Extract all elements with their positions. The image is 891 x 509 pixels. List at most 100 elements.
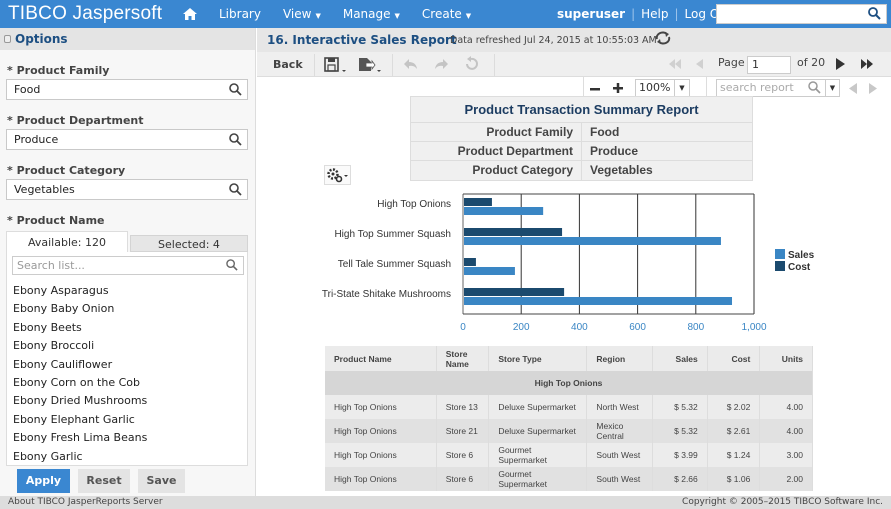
nav-view[interactable]: View ▼ bbox=[283, 7, 321, 21]
home-icon bbox=[183, 8, 197, 20]
legend-swatch-cost bbox=[775, 261, 785, 271]
list-item[interactable]: Ebony Beets bbox=[13, 319, 147, 337]
table-cell: Gourmet Supermarket bbox=[488, 443, 588, 467]
about-link[interactable]: About TIBCO JasperReports Server bbox=[8, 496, 163, 509]
table-row: High Top Onions Store 6 Gourmet Supermarke… bbox=[325, 443, 813, 467]
bar-cost bbox=[464, 258, 476, 266]
last-page-icon[interactable] bbox=[859, 56, 875, 72]
list-item[interactable]: Ebony Baby Onion bbox=[13, 300, 147, 318]
list-item[interactable]: Ebony Corn on the Cob bbox=[13, 374, 147, 392]
redo-icon[interactable] bbox=[433, 56, 449, 72]
options-title: Options bbox=[15, 32, 68, 46]
list-item[interactable]: Ebony Cauliflower bbox=[13, 356, 147, 374]
col-header-store-name[interactable]: Store Name bbox=[436, 346, 490, 371]
list-search-placeholder: Search list... bbox=[17, 259, 85, 272]
list-item[interactable]: Ebony Fresh Lima Beans bbox=[13, 429, 147, 447]
product-department-value: Produce bbox=[14, 133, 59, 146]
options-buttons: Apply Reset Save bbox=[0, 466, 255, 496]
global-search-input[interactable] bbox=[716, 4, 887, 24]
summary-row: Product Family Food bbox=[411, 123, 752, 142]
product-family-input[interactable]: Food bbox=[6, 79, 248, 100]
table-cell: Deluxe Supermarket bbox=[488, 419, 588, 443]
export-icon[interactable] bbox=[358, 56, 384, 74]
list-item[interactable]: Ebony Elephant Garlic bbox=[13, 411, 147, 429]
search-icon[interactable] bbox=[229, 83, 242, 96]
help-link[interactable]: Help bbox=[641, 7, 668, 21]
list-item[interactable]: Ebony Garlic bbox=[13, 448, 147, 465]
main-nav: Library View ▼ Manage ▼ Create ▼ bbox=[183, 0, 493, 28]
nav-manage[interactable]: Manage ▼ bbox=[343, 7, 400, 21]
col-header-sales[interactable]: Sales bbox=[652, 346, 708, 371]
col-header-cost[interactable]: Cost bbox=[707, 346, 761, 371]
category-label: High Top Summer Squash bbox=[334, 229, 451, 240]
footer: About TIBCO JasperReports Server Copyrig… bbox=[0, 496, 891, 509]
legend-swatch-sales bbox=[775, 249, 785, 259]
summary-value: Vegetables bbox=[590, 163, 653, 177]
top-navigation-bar: TIBCO Jaspersoft Library View ▼ Manage ▼ C… bbox=[0, 0, 891, 28]
search-icon[interactable] bbox=[226, 259, 238, 271]
x-tick-label: 0 bbox=[460, 322, 466, 333]
col-header-product-name[interactable]: Product Name bbox=[325, 346, 437, 371]
refresh-icon[interactable] bbox=[654, 31, 672, 45]
chevron-down-icon: ▼ bbox=[465, 11, 472, 20]
col-header-store-type[interactable]: Store Type bbox=[488, 346, 588, 371]
list-search-input[interactable]: Search list... bbox=[12, 256, 244, 275]
page-count: of 20 bbox=[797, 56, 826, 69]
product-department-label: * Product Department bbox=[7, 114, 144, 127]
back-button[interactable]: Back bbox=[273, 58, 303, 71]
tab-selected[interactable]: Selected: 4 bbox=[130, 235, 248, 252]
list-item[interactable]: Ebony Broccoli bbox=[13, 337, 147, 355]
collapse-panel-icon[interactable] bbox=[4, 35, 11, 43]
summary-key: Product Family bbox=[411, 123, 582, 141]
undo-icon[interactable] bbox=[403, 56, 419, 72]
product-category-label: * Product Category bbox=[7, 164, 126, 177]
home-button[interactable] bbox=[183, 8, 197, 20]
logo: TIBCO Jaspersoft bbox=[8, 3, 163, 24]
search-icon[interactable] bbox=[868, 7, 881, 20]
product-family-label: * Product Family bbox=[7, 64, 110, 77]
next-page-icon[interactable] bbox=[834, 56, 846, 72]
nav-library[interactable]: Library bbox=[219, 7, 261, 21]
table-cell: Store 21 bbox=[436, 419, 490, 443]
copyright-text: Copyright © 2005–2015 TIBCO Software Inc… bbox=[682, 497, 883, 507]
reset-view-icon[interactable] bbox=[463, 56, 479, 72]
divider bbox=[392, 54, 393, 76]
table-cell: Store 6 bbox=[436, 443, 490, 467]
table-cell: High Top Onions bbox=[325, 443, 437, 467]
apply-button[interactable]: Apply bbox=[17, 469, 70, 493]
table-row: High Top Onions Store 21 Deluxe Supermarke… bbox=[325, 419, 813, 443]
product-category-input[interactable]: Vegetables bbox=[6, 179, 248, 200]
chart-options-button[interactable] bbox=[324, 165, 351, 185]
search-icon[interactable] bbox=[229, 133, 242, 146]
first-page-icon[interactable] bbox=[667, 56, 683, 72]
table-cell: 3.00 bbox=[759, 443, 813, 467]
previous-page-icon[interactable] bbox=[693, 56, 705, 72]
save-icon[interactable] bbox=[324, 56, 350, 74]
username[interactable]: superuser bbox=[557, 7, 625, 21]
nav-create[interactable]: Create ▼ bbox=[422, 7, 471, 21]
page-number-input[interactable]: 1 bbox=[747, 56, 791, 74]
product-department-input[interactable]: Produce bbox=[6, 129, 248, 150]
reset-button[interactable]: Reset bbox=[78, 469, 130, 493]
summary-key: Product Category bbox=[411, 161, 582, 180]
table-cell: Mexico Central bbox=[586, 419, 654, 443]
list-item[interactable]: Ebony Asparagus bbox=[13, 282, 147, 300]
list-item[interactable]: Ebony Dried Mushrooms bbox=[13, 392, 147, 410]
options-header: Options bbox=[0, 28, 255, 50]
search-icon[interactable] bbox=[229, 183, 242, 196]
product-name-tabs: Available: 120 Selected: 4 bbox=[6, 231, 248, 252]
col-header-units[interactable]: Units bbox=[759, 346, 813, 371]
table-cell: 4.00 bbox=[759, 419, 813, 443]
chart-svg: 0 200 400 600 800 1,000 High Top Onions High To… bbox=[322, 193, 815, 333]
table-cell: $ 5.32 bbox=[652, 419, 708, 443]
product-category-value: Vegetables bbox=[14, 183, 75, 196]
save-button[interactable]: Save bbox=[138, 469, 185, 493]
table-cell: South West bbox=[586, 443, 654, 467]
summary-row: Product Department Produce bbox=[411, 142, 752, 161]
table-cell: $ 2.66 bbox=[652, 467, 708, 491]
tab-available[interactable]: Available: 120 bbox=[6, 231, 128, 252]
x-tick-label: 800 bbox=[687, 322, 704, 333]
summary-key: Product Department bbox=[411, 142, 582, 160]
chevron-down-icon: ▼ bbox=[394, 11, 400, 20]
col-header-region[interactable]: Region bbox=[586, 346, 654, 371]
